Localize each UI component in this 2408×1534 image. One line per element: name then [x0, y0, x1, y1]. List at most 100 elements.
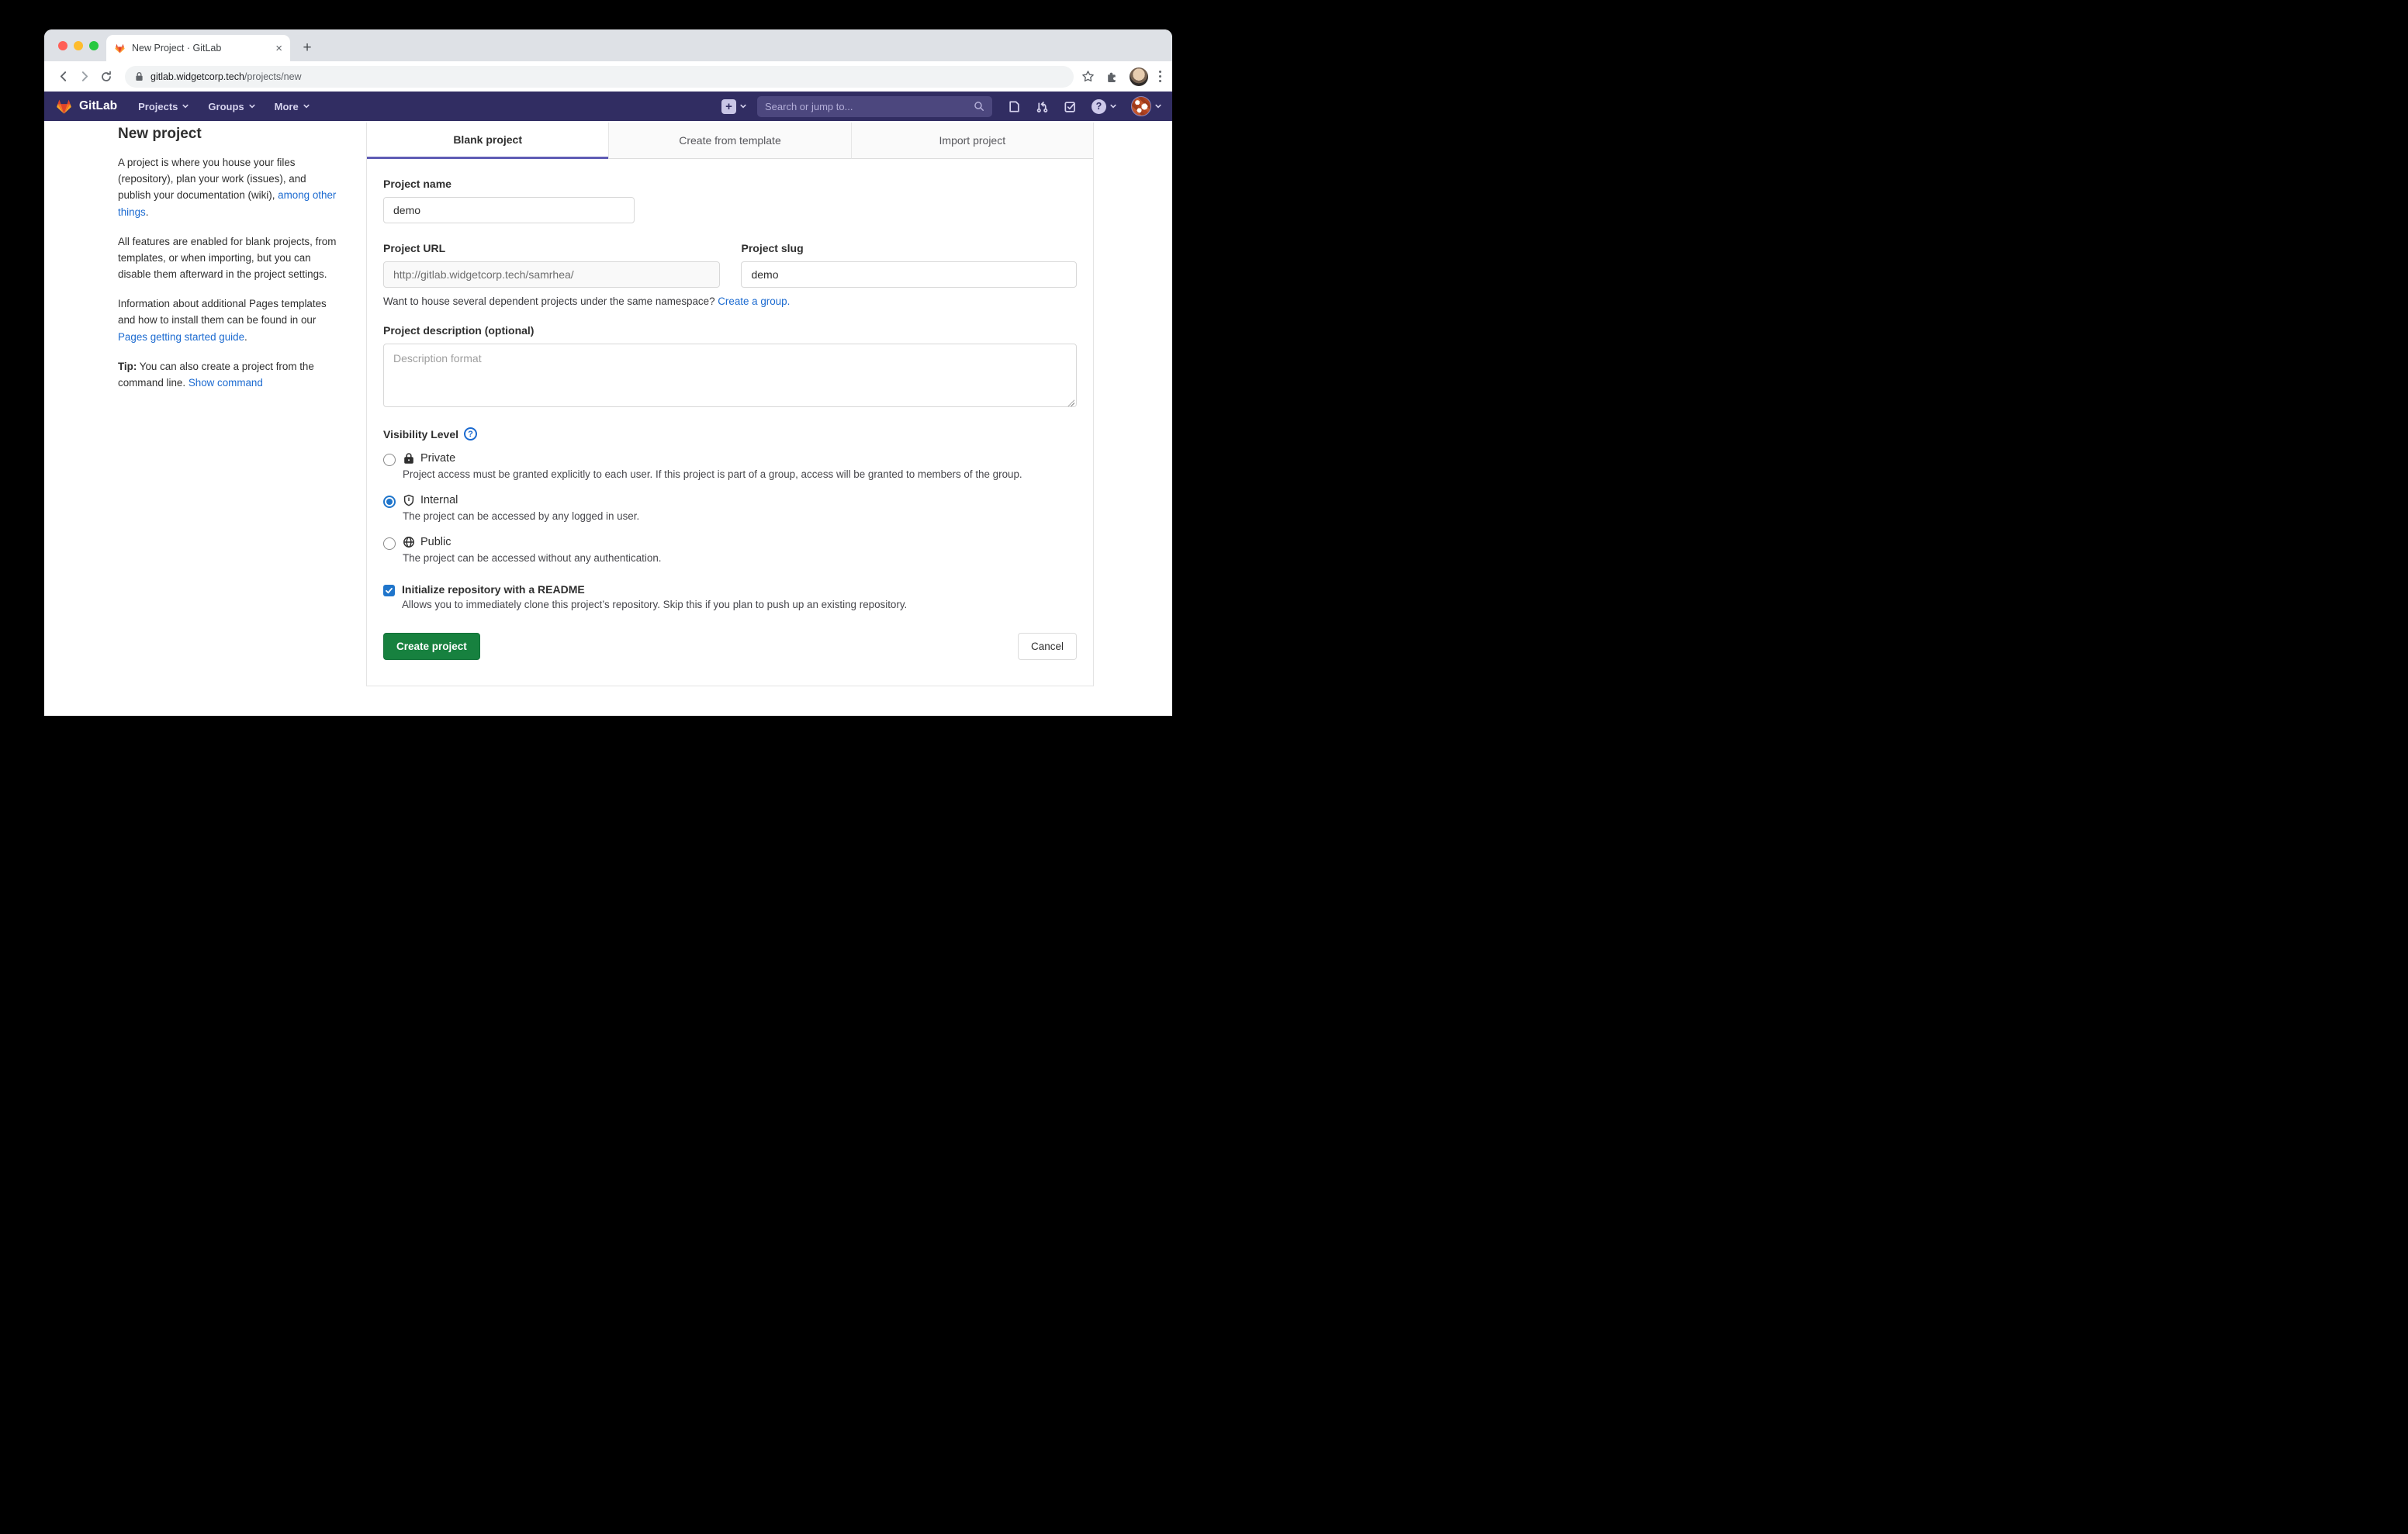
- chevron-down-icon: [303, 103, 310, 109]
- help-menu[interactable]: ?: [1092, 99, 1116, 114]
- url-path: /projects/new: [244, 71, 302, 82]
- user-menu[interactable]: [1131, 96, 1161, 116]
- new-project-panel: Blank project Create from template Impor…: [366, 123, 1094, 686]
- global-search[interactable]: [757, 96, 992, 117]
- globe-icon: [403, 536, 415, 548]
- tab-title: New Project · GitLab: [132, 43, 269, 54]
- project-slug-input[interactable]: [741, 261, 1077, 288]
- project-type-tabs: Blank project Create from template Impor…: [367, 123, 1093, 159]
- project-url-input[interactable]: [383, 261, 720, 288]
- new-tab-button[interactable]: +: [296, 37, 318, 59]
- forward-icon[interactable]: [74, 66, 95, 88]
- new-item-dropdown[interactable]: +: [721, 99, 746, 114]
- search-input[interactable]: [765, 101, 967, 112]
- back-icon[interactable]: [52, 66, 74, 88]
- readme-description: Allows you to immediately clone this pro…: [402, 599, 907, 610]
- chevron-down-icon: [1155, 103, 1161, 109]
- tab-import-project[interactable]: Import project: [851, 123, 1093, 159]
- visibility-level-label: Visibility Level: [383, 428, 458, 441]
- chevron-down-icon: [740, 103, 746, 109]
- browser-toolbar: gitlab.widgetcorp.tech/projects/new: [44, 61, 1172, 92]
- help-icon: ?: [1092, 99, 1106, 114]
- visibility-option-internal[interactable]: Internal The project can be accessed by …: [383, 494, 1077, 524]
- browser-profile-avatar[interactable]: [1130, 67, 1148, 86]
- create-a-group-link[interactable]: Create a group.: [718, 295, 790, 307]
- nav-menu-groups[interactable]: Groups: [208, 101, 254, 112]
- nav-menu-more[interactable]: More: [275, 101, 310, 112]
- resize-grip-icon[interactable]: [1067, 399, 1074, 406]
- reload-icon[interactable]: [95, 66, 117, 88]
- project-description-textarea[interactable]: [383, 344, 1077, 407]
- sidebar-paragraph-3: Information about additional Pages templ…: [118, 295, 339, 345]
- check-icon: [385, 586, 393, 595]
- chevron-down-icon: [1110, 103, 1116, 109]
- namespace-hint: Want to house several dependent projects…: [383, 295, 1077, 307]
- readme-option[interactable]: Initialize repository with a README Allo…: [383, 583, 1077, 610]
- visibility-help-icon[interactable]: ?: [464, 427, 477, 441]
- project-name-label: Project name: [383, 178, 1077, 190]
- browser-menu-icon[interactable]: [1159, 71, 1161, 82]
- lock-icon: [403, 452, 415, 465]
- tab-create-from-template[interactable]: Create from template: [608, 123, 850, 159]
- pages-guide-link[interactable]: Pages getting started guide: [118, 331, 244, 343]
- browser-action-icons: [1081, 67, 1164, 86]
- public-description: The project can be accessed without any …: [403, 551, 1077, 566]
- merge-request-icon[interactable]: [1036, 100, 1049, 113]
- sidebar-paragraph-2: All features are enabled for blank proje…: [118, 233, 339, 283]
- readme-checkbox[interactable]: [383, 585, 395, 596]
- todos-icon[interactable]: [1064, 100, 1077, 113]
- sidebar-tip: Tip: You can also create a project from …: [118, 358, 339, 391]
- internal-label: Internal: [420, 494, 458, 506]
- navbar-menus: Projects Groups More: [138, 101, 310, 112]
- gitlab-logo-icon[interactable]: [55, 98, 73, 116]
- internal-description: The project can be accessed by any logge…: [403, 509, 1077, 524]
- address-bar[interactable]: gitlab.widgetcorp.tech/projects/new: [125, 66, 1074, 88]
- browser-window: New Project · GitLab × + gitlab.widgetco…: [44, 29, 1172, 716]
- close-window-button[interactable]: [58, 41, 67, 50]
- blank-project-form: Project name Project URL Project slug Wa…: [367, 159, 1093, 686]
- shield-icon: [403, 494, 415, 506]
- search-icon: [974, 101, 984, 112]
- tip-label: Tip:: [118, 361, 137, 372]
- window-controls: [58, 29, 99, 61]
- sidebar-paragraph-1: A project is where you house your files …: [118, 154, 339, 220]
- create-project-button[interactable]: Create project: [383, 633, 480, 660]
- lock-icon: [135, 71, 144, 81]
- project-url-label: Project URL: [383, 242, 720, 254]
- screen-background: New Project · GitLab × + gitlab.widgetco…: [0, 0, 1204, 767]
- nav-menu-projects[interactable]: Projects: [138, 101, 189, 112]
- chevron-down-icon: [249, 103, 255, 109]
- visibility-option-public[interactable]: Public The project can be accessed witho…: [383, 536, 1077, 566]
- project-name-input[interactable]: [383, 197, 635, 223]
- avatar: [1131, 96, 1151, 116]
- browser-tab[interactable]: New Project · GitLab ×: [106, 35, 290, 61]
- radio-private[interactable]: [383, 454, 396, 466]
- radio-public[interactable]: [383, 537, 396, 550]
- show-command-link[interactable]: Show command: [189, 377, 263, 389]
- gitlab-favicon-icon: [114, 43, 126, 54]
- tab-blank-project[interactable]: Blank project: [367, 123, 608, 159]
- project-description-label: Project description (optional): [383, 324, 1077, 337]
- extensions-puzzle-icon[interactable]: [1105, 70, 1119, 83]
- radio-internal[interactable]: [383, 496, 396, 508]
- cancel-button[interactable]: Cancel: [1018, 633, 1077, 660]
- page-content: New project A project is where you house…: [44, 121, 1172, 716]
- readme-label: Initialize repository with a README: [402, 583, 907, 596]
- tab-close-icon[interactable]: ×: [275, 43, 282, 54]
- gitlab-brand-text[interactable]: GitLab: [79, 99, 117, 113]
- minimize-window-button[interactable]: [74, 41, 83, 50]
- url-host: gitlab.widgetcorp.tech: [150, 71, 244, 82]
- navbar-icons: ?: [1008, 96, 1161, 116]
- plus-icon: +: [721, 99, 736, 114]
- private-description: Project access must be granted explicitl…: [403, 467, 1077, 482]
- public-label: Public: [420, 536, 452, 548]
- issues-icon[interactable]: [1008, 100, 1021, 113]
- url-text: gitlab.widgetcorp.tech/projects/new: [150, 71, 302, 82]
- browser-tabstrip: New Project · GitLab × +: [44, 29, 1172, 61]
- chevron-down-icon: [182, 103, 189, 109]
- page-title: New project: [118, 126, 339, 143]
- zoom-window-button[interactable]: [89, 41, 99, 50]
- bookmark-star-icon[interactable]: [1081, 70, 1095, 83]
- visibility-option-private[interactable]: Private Project access must be granted e…: [383, 452, 1077, 482]
- private-label: Private: [420, 452, 455, 465]
